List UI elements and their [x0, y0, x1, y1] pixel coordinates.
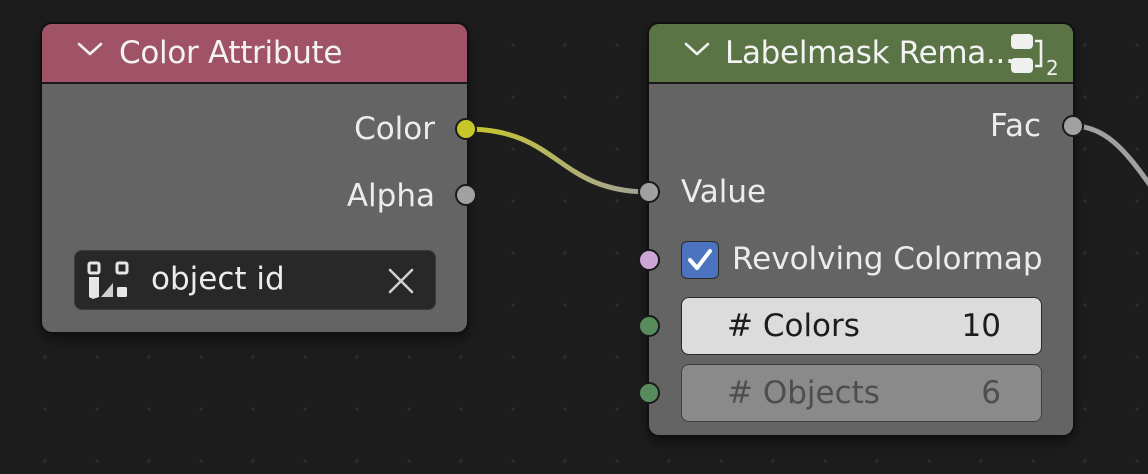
- output-fac-label: Fac: [989, 108, 1041, 144]
- color-attribute-node[interactable]: Color Attribute Color Alpha object id: [42, 24, 467, 332]
- vertex-color-attribute-icon: [87, 261, 131, 305]
- objects-field-value: 6: [981, 375, 1001, 411]
- input-revolving-socket[interactable]: [638, 249, 660, 271]
- input-value-socket[interactable]: [638, 181, 660, 203]
- colors-number-field[interactable]: # Colors 10: [681, 297, 1042, 355]
- link-fac-out[interactable]: [1070, 123, 1148, 187]
- output-color-label: Color: [354, 111, 435, 147]
- attribute-name-field[interactable]: object id: [74, 250, 436, 310]
- input-value-label: Value: [681, 174, 767, 210]
- output-color-socket[interactable]: [455, 118, 477, 140]
- group-user-count: 2: [1046, 56, 1059, 80]
- labelmask-node-header[interactable]: Labelmask Rema... 2: [649, 24, 1073, 84]
- output-fac-socket[interactable]: [1062, 115, 1084, 137]
- node-group-icon[interactable]: [1009, 32, 1047, 80]
- colors-field-label: # Colors: [727, 308, 860, 344]
- output-alpha-socket[interactable]: [455, 184, 477, 206]
- close-icon[interactable]: [387, 267, 415, 299]
- link-color-to-value[interactable]: [463, 126, 653, 195]
- colors-field-value: 10: [961, 308, 1001, 344]
- revolving-colormap-checkbox[interactable]: [681, 241, 719, 279]
- attribute-name-value: object id: [151, 261, 285, 297]
- output-alpha-label: Alpha: [346, 178, 435, 214]
- objects-field-label: # Objects: [727, 375, 880, 411]
- revolving-colormap-label: Revolving Colormap: [732, 241, 1043, 277]
- input-colors-socket[interactable]: [638, 315, 660, 337]
- objects-number-field: # Objects 6: [681, 364, 1042, 422]
- collapse-chevron-icon[interactable]: [683, 38, 711, 62]
- input-objects-socket[interactable]: [638, 382, 660, 404]
- node-title: Labelmask Rema...: [725, 35, 1015, 71]
- color-attribute-node-header[interactable]: Color Attribute: [42, 24, 467, 84]
- collapse-chevron-icon[interactable]: [76, 38, 104, 62]
- labelmask-remap-node[interactable]: Labelmask Rema... 2 Fac Value Revolving …: [649, 24, 1073, 435]
- node-title: Color Attribute: [119, 35, 343, 71]
- checkmark-icon: [688, 249, 712, 270]
